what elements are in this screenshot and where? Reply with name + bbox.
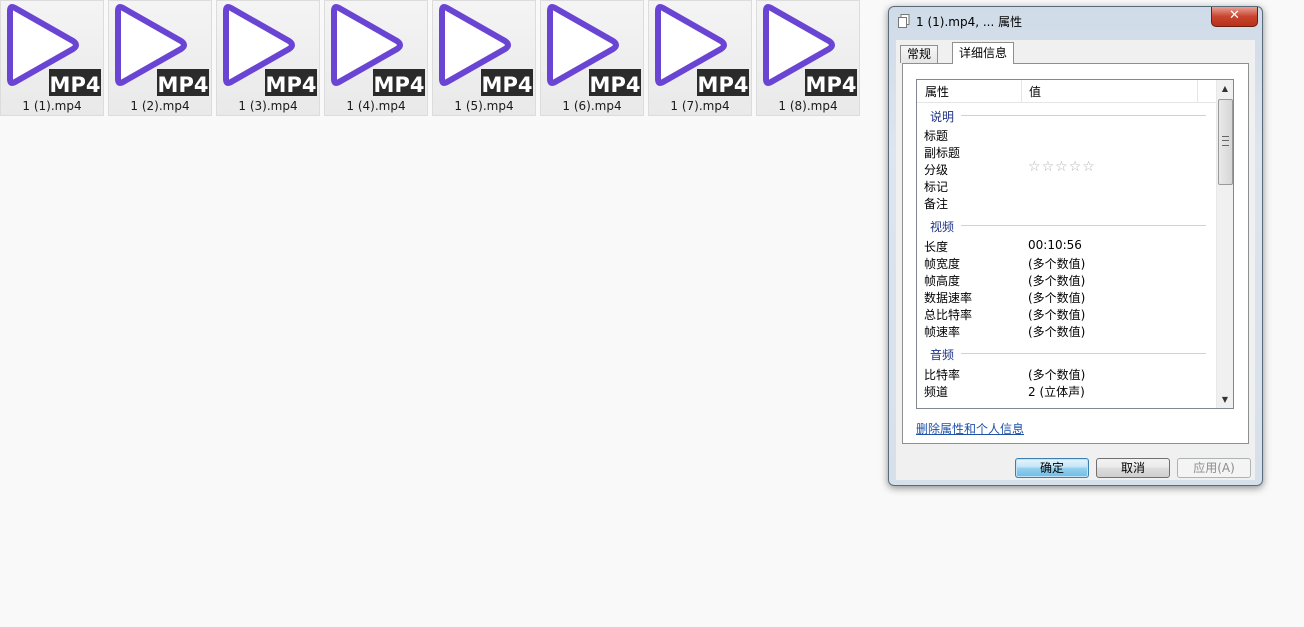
row-name-length: 长度 — [924, 240, 949, 254]
row-value-data-rate: (多个数值) — [1028, 291, 1086, 305]
star-icon[interactable]: ☆ — [1069, 159, 1083, 175]
row-name-frame-width: 帧宽度 — [924, 257, 961, 271]
multi-file-icon — [898, 14, 910, 28]
file-name: 1 (2).mp4 — [130, 99, 190, 113]
group-divider — [961, 115, 1206, 116]
scroll-up-icon[interactable]: ▲ — [1217, 80, 1233, 97]
apply-button[interactable]: 应用(A) — [1177, 458, 1251, 478]
mp4-file-icon: MP4 — [763, 4, 857, 97]
mp4-file-icon: MP4 — [223, 4, 317, 97]
star-icon[interactable]: ☆ — [1028, 159, 1042, 175]
mp4-file-icon: MP4 — [7, 4, 101, 97]
format-badge-label: MP4 — [698, 73, 749, 97]
file-name: 1 (6).mp4 — [562, 99, 622, 113]
tab-details[interactable]: 详细信息 — [952, 42, 1015, 64]
row-name-rating: 分级 — [924, 163, 949, 177]
row-value-bitrate: (多个数值) — [1028, 368, 1086, 382]
file-name: 1 (4).mp4 — [346, 99, 406, 113]
scroll-thumb[interactable] — [1218, 99, 1233, 185]
file-name: 1 (1).mp4 — [22, 99, 82, 113]
group-divider — [961, 225, 1206, 226]
column-divider[interactable] — [1197, 80, 1198, 102]
properties-dialog: 1 (1).mp4, ... 属性 ✕ 常规 详细信息 属性 值 说明 标题 副 — [888, 6, 1263, 486]
row-name-subtitle: 副标题 — [924, 146, 961, 160]
star-icon[interactable]: ☆ — [1055, 159, 1069, 175]
cancel-button[interactable]: 取消 — [1096, 458, 1170, 478]
format-badge-label: MP4 — [590, 73, 641, 97]
vertical-scrollbar[interactable]: ▲ ▼ — [1216, 80, 1233, 408]
property-rows: 说明 标题 副标题 分级 ☆☆☆☆☆ 标记 备注 视频 长度 00:10:56 … — [917, 102, 1216, 408]
format-badge-label: MP4 — [50, 73, 101, 97]
file-tile[interactable]: MP4 1 (2).mp4 — [108, 0, 212, 116]
dialog-title: 1 (1).mp4, ... 属性 — [916, 15, 1023, 29]
close-button[interactable]: ✕ — [1211, 7, 1258, 27]
dialog-client: 常规 详细信息 属性 值 说明 标题 副标题 分级 ☆☆☆☆☆ 标记 备注 视频… — [896, 40, 1255, 480]
scroll-down-icon[interactable]: ▼ — [1217, 391, 1233, 408]
row-value-channels: 2 (立体声) — [1028, 385, 1085, 399]
row-value-length: 00:10:56 — [1028, 238, 1082, 252]
column-divider[interactable] — [1021, 80, 1022, 102]
list-header: 属性 值 — [917, 80, 1216, 103]
row-name-channels: 频道 — [924, 385, 949, 399]
file-name: 1 (8).mp4 — [778, 99, 838, 113]
row-name-total-bitrate: 总比特率 — [924, 308, 973, 322]
mp4-file-icon: MP4 — [655, 4, 749, 97]
rating-stars[interactable]: ☆☆☆☆☆ — [1028, 159, 1096, 175]
format-badge-label: MP4 — [158, 73, 209, 97]
format-badge-label: MP4 — [482, 73, 533, 97]
star-icon[interactable]: ☆ — [1082, 159, 1096, 175]
row-value-frame-height: (多个数值) — [1028, 274, 1086, 288]
file-tile[interactable]: MP4 1 (8).mp4 — [756, 0, 860, 116]
format-badge-label: MP4 — [266, 73, 317, 97]
file-tile[interactable]: MP4 1 (5).mp4 — [432, 0, 536, 116]
group-label-audio: 音频 — [930, 348, 955, 362]
column-header-property[interactable]: 属性 — [925, 83, 949, 100]
mp4-file-icon: MP4 — [547, 4, 641, 97]
file-name: 1 (7).mp4 — [670, 99, 730, 113]
remove-properties-link[interactable]: 删除属性和个人信息 — [916, 420, 1024, 437]
file-tile[interactable]: MP4 1 (3).mp4 — [216, 0, 320, 116]
row-value-frame-width: (多个数值) — [1028, 257, 1086, 271]
file-tile[interactable]: MP4 1 (1).mp4 — [0, 0, 104, 116]
group-label-description: 说明 — [930, 110, 955, 124]
row-name-frame-height: 帧高度 — [924, 274, 961, 288]
file-name: 1 (3).mp4 — [238, 99, 298, 113]
mp4-file-icon: MP4 — [439, 4, 533, 97]
group-divider — [961, 353, 1206, 354]
file-tile[interactable]: MP4 1 (7).mp4 — [648, 0, 752, 116]
details-panel: 属性 值 说明 标题 副标题 分级 ☆☆☆☆☆ 标记 备注 视频 长度 00:1… — [902, 63, 1249, 444]
format-badge-label: MP4 — [374, 73, 425, 97]
row-name-title: 标题 — [924, 129, 949, 143]
group-label-video: 视频 — [930, 220, 955, 234]
close-icon: ✕ — [1229, 8, 1240, 23]
row-name-frame-rate: 帧速率 — [924, 325, 961, 339]
row-name-comments: 备注 — [924, 197, 949, 211]
row-name-tags: 标记 — [924, 180, 949, 194]
star-icon[interactable]: ☆ — [1042, 159, 1056, 175]
row-name-bitrate: 比特率 — [924, 368, 961, 382]
file-tile[interactable]: MP4 1 (4).mp4 — [324, 0, 428, 116]
ok-button[interactable]: 确定 — [1015, 458, 1089, 478]
row-value-frame-rate: (多个数值) — [1028, 325, 1086, 339]
property-list[interactable]: 属性 值 说明 标题 副标题 分级 ☆☆☆☆☆ 标记 备注 视频 长度 00:1… — [916, 79, 1234, 409]
file-name: 1 (5).mp4 — [454, 99, 514, 113]
row-name-data-rate: 数据速率 — [924, 291, 973, 305]
format-badge-label: MP4 — [806, 73, 857, 97]
tab-general[interactable]: 常规 — [900, 45, 939, 63]
mp4-file-icon: MP4 — [115, 4, 209, 97]
row-value-total-bitrate: (多个数值) — [1028, 308, 1086, 322]
grip-icon — [1222, 136, 1229, 146]
column-header-value[interactable]: 值 — [1029, 83, 1041, 100]
file-tile[interactable]: MP4 1 (6).mp4 — [540, 0, 644, 116]
mp4-file-icon: MP4 — [331, 4, 425, 97]
